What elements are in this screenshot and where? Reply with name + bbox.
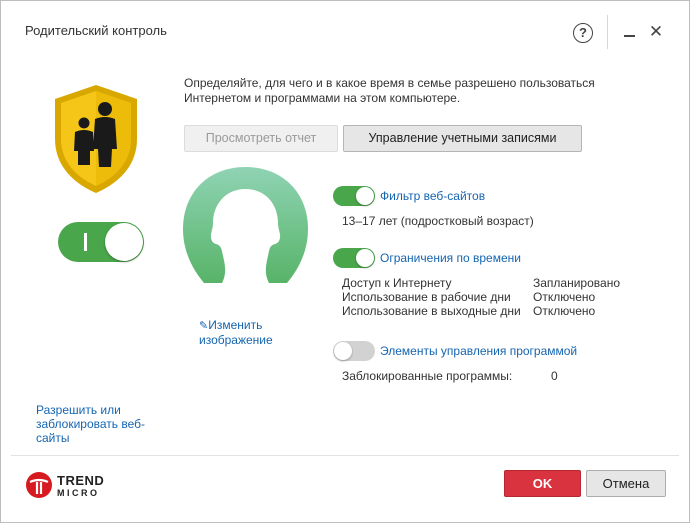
web-filter-detail: 13–17 лет (подростковый возраст) [342, 214, 534, 228]
allow-or-block-websites-link[interactable]: Разрешить или заблокировать веб-сайты [36, 403, 156, 445]
web-filter-link[interactable]: Фильтр веб-сайтов [380, 189, 485, 203]
trend-micro-logo-icon [26, 472, 52, 498]
program-controls-toggle[interactable] [333, 341, 375, 361]
weekday-usage-label: Использование в рабочие дни [342, 290, 511, 304]
manage-accounts-button[interactable]: Управление учетными записями [343, 125, 582, 152]
internet-access-value: Запланировано [533, 276, 620, 290]
window-title: Родительский контроль [25, 23, 167, 38]
change-image-link[interactable]: ✎Изменить изображение [199, 318, 309, 347]
title-bar: Родительский контроль ? ✕ [1, 1, 689, 49]
parental-control-master-toggle[interactable] [58, 222, 144, 262]
family-shield-icon [55, 85, 137, 193]
program-controls-link[interactable]: Элементы управления программой [380, 344, 577, 358]
weekday-usage-value: Отключено [533, 290, 596, 304]
weekend-usage-label: Использование в выходные дни [342, 304, 521, 318]
change-image-label: Изменить изображение [199, 318, 273, 347]
blocked-programs-count: 0 [551, 369, 558, 383]
time-limits-toggle[interactable] [333, 248, 375, 268]
web-filter-toggle[interactable] [333, 186, 375, 206]
blocked-programs-label: Заблокированные программы: [342, 369, 513, 383]
help-icon[interactable]: ? [573, 23, 593, 43]
minimize-icon[interactable] [622, 23, 638, 43]
internet-access-label: Доступ к Интернету [342, 276, 452, 290]
avatar-silhouette-icon[interactable] [183, 167, 308, 283]
ok-button[interactable]: OK [504, 470, 581, 497]
toggle-knob [105, 223, 143, 261]
footer-divider [11, 455, 679, 456]
pencil-icon: ✎ [199, 320, 209, 332]
description-text: Определяйте, для чего и в какое время в … [184, 76, 595, 105]
parental-control-window: Родительский контроль ? ✕ Разрешить или … [0, 0, 690, 523]
logo-brand: TREND [57, 473, 105, 488]
close-icon[interactable]: ✕ [647, 22, 665, 42]
weekend-usage-value: Отключено [533, 304, 596, 318]
trend-micro-logo: TREND MICRO [25, 471, 109, 501]
logo-sub: MICRO [57, 488, 100, 498]
time-limits-link[interactable]: Ограничения по времени [380, 251, 521, 265]
cancel-button[interactable]: Отмена [586, 470, 666, 497]
view-report-button[interactable]: Просмотреть отчет [184, 125, 338, 152]
titlebar-divider [607, 15, 608, 49]
toggle-on-indicator [84, 233, 87, 251]
